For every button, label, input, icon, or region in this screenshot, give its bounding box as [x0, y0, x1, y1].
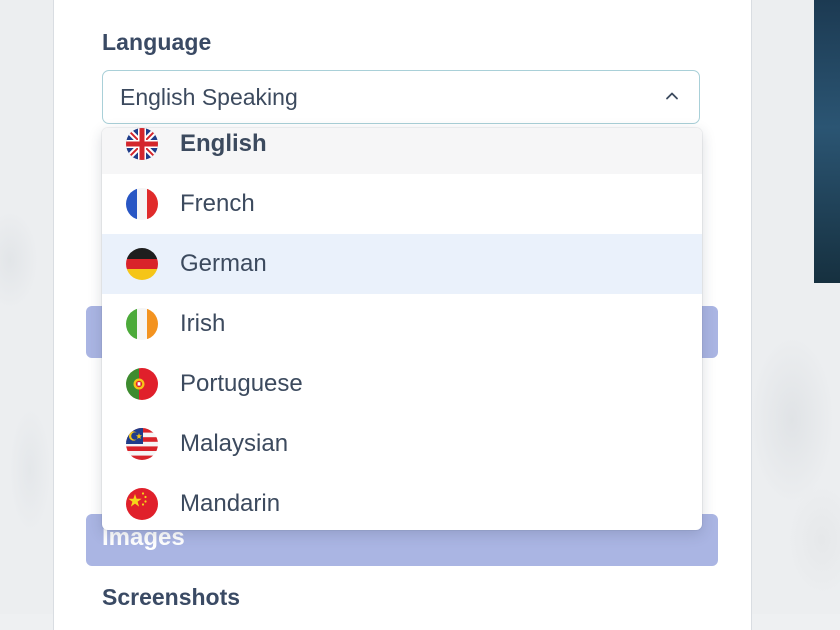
ireland-flag-icon [126, 308, 158, 340]
background-photo [814, 0, 840, 283]
language-options-list: English French German Irish Portuguese M… [102, 128, 702, 530]
background-left [0, 0, 54, 614]
option-label: French [180, 190, 255, 217]
option-label: Mandarin [180, 490, 281, 517]
option-malaysian[interactable]: Malaysian [102, 414, 702, 474]
screenshots-label: Screenshots [102, 584, 241, 610]
germany-flag-icon [126, 248, 158, 280]
china-flag-icon [126, 488, 158, 520]
option-label: Irish [180, 310, 226, 337]
language-dropdown-menu[interactable]: English French German Irish Portuguese M… [102, 128, 702, 530]
option-irish[interactable]: Irish [102, 294, 702, 354]
option-label: English [180, 130, 267, 157]
option-german[interactable]: German [102, 234, 702, 294]
chevron-up-icon [666, 92, 678, 100]
option-portuguese[interactable]: Portuguese [102, 354, 702, 414]
language-select-value: English Speaking [120, 84, 298, 110]
uk-flag-icon [126, 128, 158, 160]
option-french[interactable]: French [102, 174, 702, 234]
option-label: Malaysian [180, 430, 289, 457]
option-english[interactable]: English [102, 128, 702, 174]
language-select[interactable]: English Speaking [102, 70, 700, 124]
malaysia-flag-icon [126, 428, 158, 460]
option-label: Portuguese [180, 370, 303, 397]
france-flag-icon [126, 188, 158, 220]
portugal-flag-icon [126, 368, 158, 400]
option-label: German [180, 250, 267, 277]
language-label: Language [102, 29, 212, 55]
option-mandarin[interactable]: Mandarin [102, 474, 702, 530]
